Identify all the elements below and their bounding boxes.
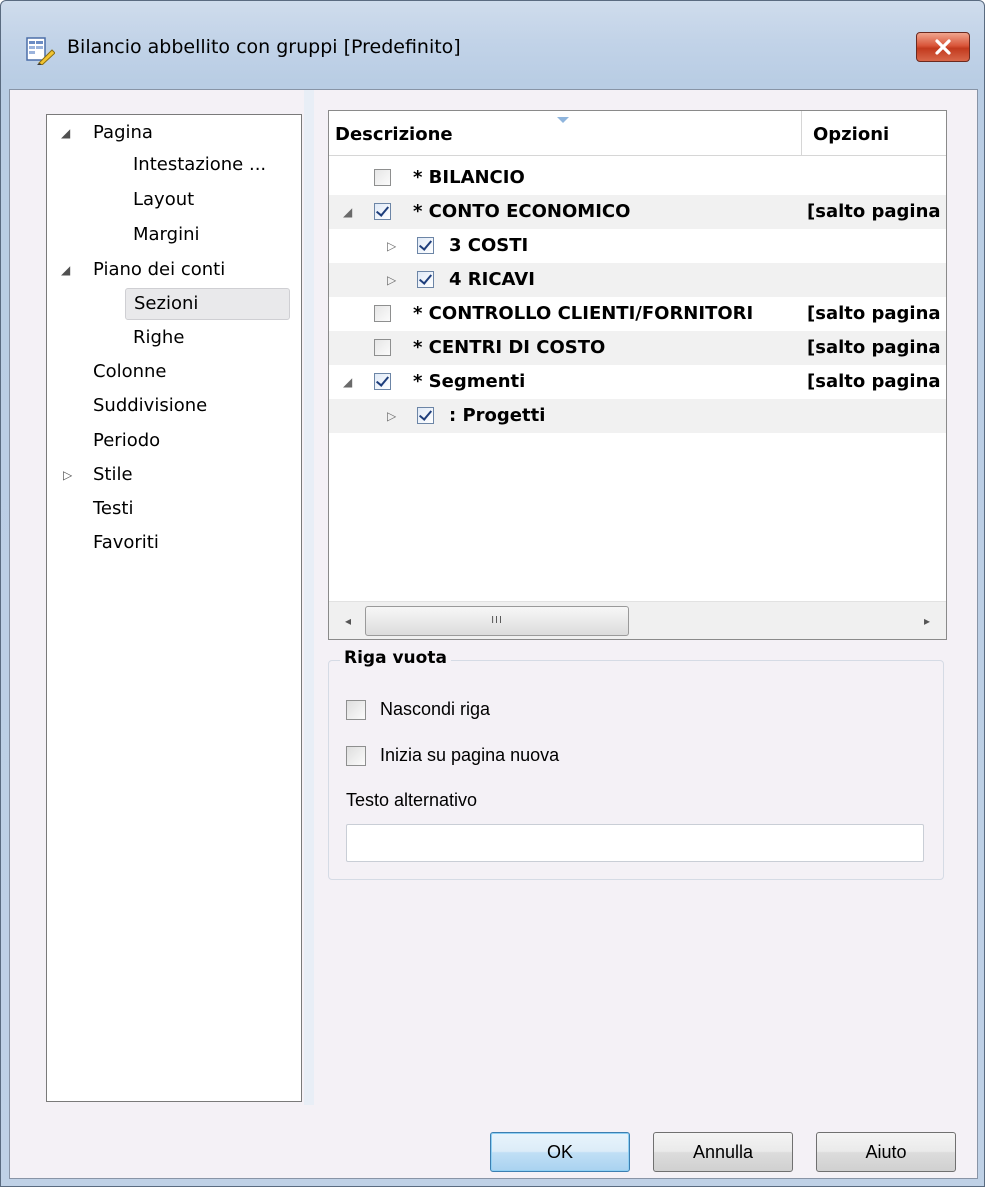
collapse-arrow-icon[interactable]: ◢ <box>61 117 70 149</box>
row-checkbox[interactable] <box>417 271 434 288</box>
row-checkbox[interactable] <box>417 407 434 424</box>
grid-row[interactable]: * CENTRI DI COSTO [salto pagina <box>329 331 946 365</box>
nav-item-testi[interactable]: Testi <box>93 493 133 525</box>
new-page-checkbox[interactable] <box>346 746 366 766</box>
alt-text-field[interactable] <box>346 824 924 862</box>
report-icon <box>25 35 56 66</box>
row-label: * CONTROLLO CLIENTI/FORNITORI <box>413 303 754 324</box>
row-label: : Progetti <box>449 405 546 426</box>
nav-item-margini[interactable]: Margini <box>133 219 199 251</box>
row-option: [salto pagina <box>807 201 941 222</box>
row-checkbox[interactable] <box>374 169 391 186</box>
horizontal-scrollbar[interactable]: ◂ III ▸ <box>329 601 946 639</box>
nav-item-periodo[interactable]: Periodo <box>93 425 160 457</box>
row-checkbox[interactable] <box>374 339 391 356</box>
settings-tree: ◢ Pagina Intestazione ... Layout Margini… <box>46 114 302 1102</box>
expand-arrow-icon[interactable]: ▷ <box>387 263 396 297</box>
close-button[interactable] <box>916 32 970 62</box>
grid-row[interactable]: ▷ 4 RICAVI <box>329 263 946 297</box>
dialog-body: ◢ Pagina Intestazione ... Layout Margini… <box>9 89 978 1179</box>
ok-button[interactable]: OK <box>490 1132 630 1172</box>
row-checkbox[interactable] <box>374 305 391 322</box>
row-label: * CENTRI DI COSTO <box>413 337 606 358</box>
help-button[interactable]: Aiuto <box>816 1132 956 1172</box>
row-checkbox[interactable] <box>374 203 391 220</box>
row-checkbox[interactable] <box>417 237 434 254</box>
grid-row[interactable]: ▷ : Progetti <box>329 399 946 433</box>
sections-grid: Descrizione Opzioni * BILANCIO ◢ * CONTO… <box>328 110 947 640</box>
grid-row[interactable]: * BILANCIO <box>329 161 946 195</box>
row-checkbox[interactable] <box>374 373 391 390</box>
row-option: [salto pagina <box>807 303 941 324</box>
grid-row[interactable]: ▷ 3 COSTI <box>329 229 946 263</box>
collapse-arrow-icon[interactable]: ◢ <box>343 365 352 399</box>
close-icon <box>935 39 951 55</box>
scroll-right-icon[interactable]: ▸ <box>914 608 940 634</box>
nav-item-sezioni[interactable]: Sezioni <box>125 288 290 320</box>
column-header-opzioni[interactable]: Opzioni <box>813 111 889 155</box>
expand-arrow-icon[interactable]: ▷ <box>387 399 396 433</box>
row-label: 4 RICAVI <box>449 269 535 290</box>
row-label: * CONTO ECONOMICO <box>413 201 631 222</box>
row-option: [salto pagina <box>807 371 941 392</box>
collapse-arrow-icon[interactable]: ◢ <box>343 195 352 229</box>
scroll-thumb[interactable]: III <box>365 606 629 636</box>
nav-item-intestazione[interactable]: Intestazione ... <box>133 149 266 181</box>
group-title: Riga vuota <box>340 648 451 668</box>
grid-row[interactable]: ◢ * Segmenti [salto pagina <box>329 365 946 399</box>
row-label: * BILANCIO <box>413 167 525 188</box>
grid-header: Descrizione Opzioni <box>329 111 946 156</box>
expand-arrow-icon[interactable]: ▷ <box>387 229 396 263</box>
column-header-descrizione[interactable]: Descrizione <box>335 111 453 155</box>
nav-item-pagina[interactable]: Pagina <box>93 117 153 149</box>
window-title: Bilancio abbellito con gruppi [Predefini… <box>67 36 461 58</box>
row-label: 3 COSTI <box>449 235 529 256</box>
new-page-label[interactable]: Inizia su pagina nuova <box>380 745 559 766</box>
nav-item-colonne[interactable]: Colonne <box>93 356 167 388</box>
collapse-arrow-icon[interactable]: ◢ <box>61 254 70 286</box>
column-divider[interactable] <box>801 111 802 155</box>
alt-text-label: Testo alternativo <box>346 790 478 810</box>
expand-arrow-icon[interactable]: ▷ <box>63 459 72 491</box>
row-label: * Segmenti <box>413 371 526 392</box>
title-bar[interactable]: Bilancio abbellito con gruppi [Predefini… <box>1 1 984 89</box>
hide-row-checkbox[interactable] <box>346 700 366 720</box>
row-option: [salto pagina <box>807 337 941 358</box>
nav-item-layout[interactable]: Layout <box>133 184 194 216</box>
dialog-window: Bilancio abbellito con gruppi [Predefini… <box>0 0 985 1187</box>
hide-row-label[interactable]: Nascondi riga <box>380 699 490 720</box>
cancel-button[interactable]: Annulla <box>653 1132 793 1172</box>
nav-item-piano-dei-conti[interactable]: Piano dei conti <box>93 254 225 286</box>
nav-item-righe[interactable]: Righe <box>133 322 184 354</box>
grid-row[interactable]: ◢ * CONTO ECONOMICO [salto pagina <box>329 195 946 229</box>
nav-item-suddivisione[interactable]: Suddivisione <box>93 390 207 422</box>
grid-row[interactable]: * CONTROLLO CLIENTI/FORNITORI [salto pag… <box>329 297 946 331</box>
nav-splitter[interactable] <box>304 90 314 1105</box>
sort-indicator-icon <box>557 117 569 123</box>
nav-item-stile[interactable]: Stile <box>93 459 133 491</box>
nav-item-favoriti[interactable]: Favoriti <box>93 527 159 559</box>
scroll-left-icon[interactable]: ◂ <box>335 608 361 634</box>
